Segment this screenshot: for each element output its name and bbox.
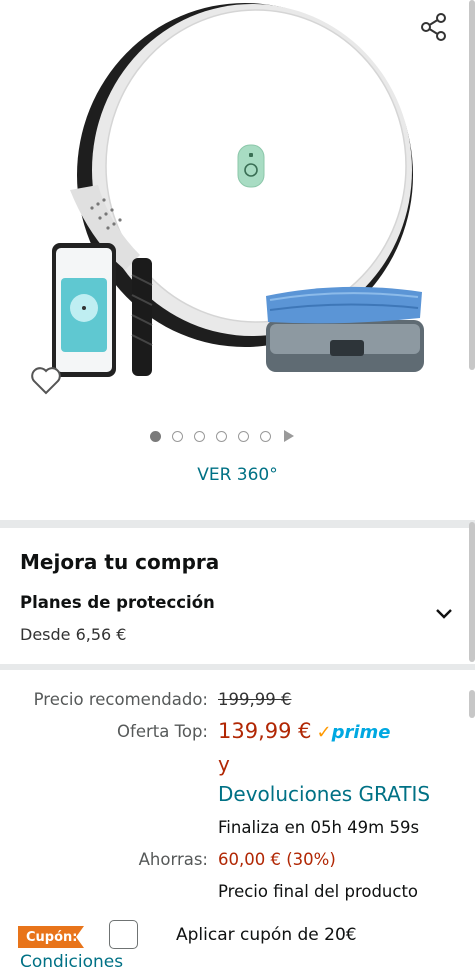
upsell-title: Mejora tu compra xyxy=(20,550,220,574)
image-dot-4[interactable] xyxy=(216,430,227,442)
prime-logo: prime xyxy=(331,722,391,743)
deal-label: Oferta Top: xyxy=(117,722,208,741)
savings-label: Ahorras: xyxy=(138,850,208,869)
protection-plans-title[interactable]: Planes de protección xyxy=(20,593,215,612)
protection-plans-price: Desde 6,56 € xyxy=(20,625,127,644)
final-price-note: Precio final del producto xyxy=(218,882,419,901)
and-text: y xyxy=(218,752,230,776)
free-returns-link[interactable]: Devoluciones GRATIS xyxy=(218,782,430,806)
product-image[interactable] xyxy=(30,0,450,395)
image-pagination xyxy=(150,430,294,442)
video-play-icon[interactable] xyxy=(284,430,294,442)
image-dot-6[interactable] xyxy=(260,430,271,442)
recommended-price-value: 199,99 € xyxy=(218,690,292,709)
image-dot-3[interactable] xyxy=(194,430,205,442)
expand-plans-button[interactable] xyxy=(432,601,456,625)
coupon-conditions-link[interactable]: Condiciones xyxy=(20,952,123,972)
image-dot-5[interactable] xyxy=(238,430,249,442)
deal-countdown: Finaliza en 05h 49m 59s xyxy=(218,818,420,837)
section-divider-2 xyxy=(0,664,475,670)
chevron-down-icon xyxy=(436,609,452,619)
deal-price-row: 139,99 € ✓prime xyxy=(218,719,391,743)
view-360-link[interactable]: VER 360° xyxy=(0,465,475,485)
recommended-price-label: Precio recomendado: xyxy=(33,690,208,709)
scrollbar-thumb-2[interactable] xyxy=(469,522,475,662)
image-dot-1[interactable] xyxy=(150,430,161,442)
scrollbar-thumb-3[interactable] xyxy=(469,690,475,718)
heart-icon xyxy=(31,367,61,395)
wishlist-button[interactable] xyxy=(28,362,68,402)
prime-check-icon: ✓ xyxy=(316,722,332,743)
apply-coupon-checkbox[interactable] xyxy=(109,920,138,949)
coupon-badge: Cupón: xyxy=(18,926,84,948)
image-dot-2[interactable] xyxy=(172,430,183,442)
savings-value: 60,00 € (30%) xyxy=(218,850,336,869)
deal-price: 139,99 € xyxy=(218,719,312,743)
section-divider xyxy=(0,520,475,528)
scrollbar-thumb[interactable] xyxy=(469,0,475,370)
apply-coupon-label[interactable]: Aplicar cupón de 20€ xyxy=(176,925,357,945)
